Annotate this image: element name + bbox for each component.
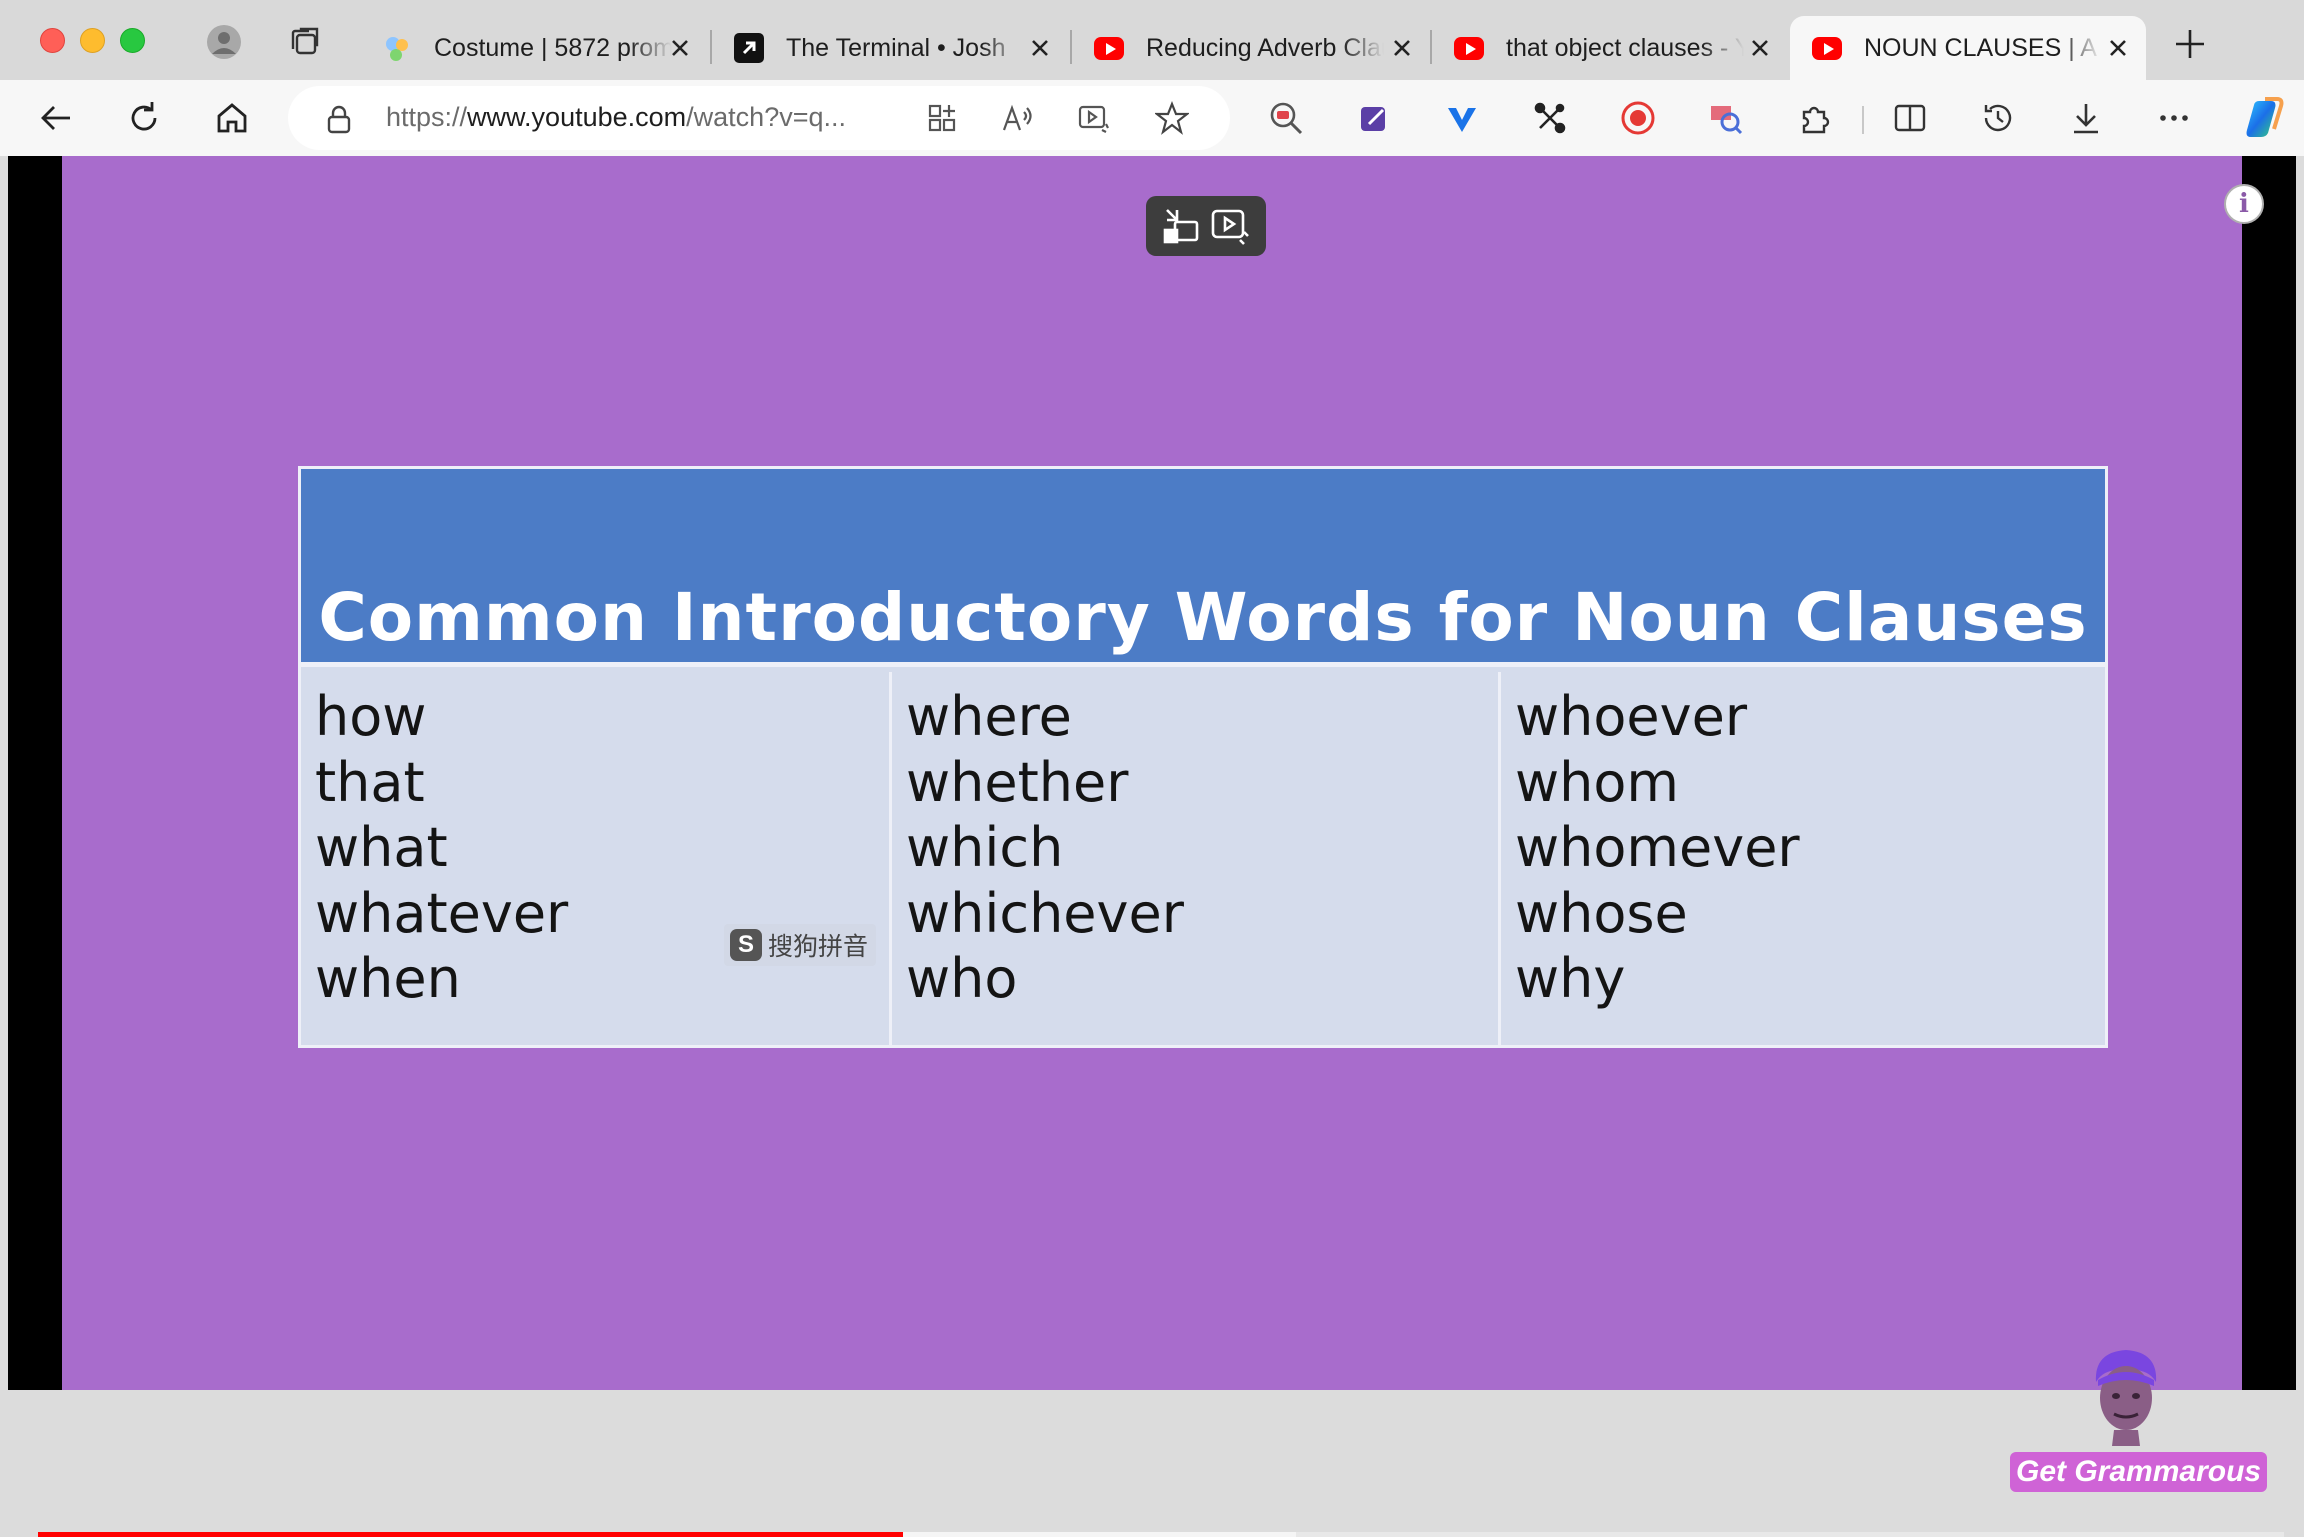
people-icon — [382, 33, 412, 63]
extensions-puzzle-icon[interactable] — [1794, 98, 1834, 138]
video-progress-bar[interactable] — [38, 1532, 2284, 1537]
terminal-arrow-icon — [734, 33, 764, 63]
network-extension-icon[interactable] — [1530, 98, 1570, 138]
lock-icon[interactable] — [326, 104, 352, 134]
close-tab-icon[interactable] — [668, 36, 692, 60]
word-item: whose — [1515, 881, 1688, 945]
video-enhance-play-icon[interactable] — [1210, 206, 1252, 246]
slide-title: Common Introductory Words for Noun Claus… — [318, 579, 2088, 656]
close-tab-icon[interactable] — [1390, 36, 1414, 60]
new-tab-icon[interactable] — [2170, 24, 2210, 64]
close-tab-icon[interactable] — [1028, 36, 1052, 60]
close-tab-icon[interactable] — [2106, 36, 2130, 60]
url-text[interactable]: https://www.youtube.com/watch?v=q... — [386, 102, 846, 133]
word-item: which — [906, 816, 1064, 879]
video-frame: Common Introductory Words for Noun Claus… — [62, 156, 2268, 1492]
url-host: www.youtube.com — [467, 102, 687, 132]
progress-played — [38, 1532, 903, 1537]
url-prefix: https:// — [386, 102, 468, 132]
word-item: whom — [1515, 750, 1680, 814]
sogou-ime-icon: S — [730, 929, 762, 961]
favorite-star-icon[interactable] — [1154, 100, 1190, 136]
translate-extension-icon[interactable] — [1706, 98, 1746, 138]
read-aloud-icon[interactable] — [1000, 100, 1036, 136]
word-item: whoever — [1515, 685, 1748, 748]
tab-the-terminal[interactable]: The Terminal • Josh — [712, 16, 1068, 80]
tab-strip: Costume | 5872 prompts The Terminal • Jo… — [0, 0, 2304, 80]
url-path: /watch?v=q... — [686, 102, 846, 132]
tab-reducing-adverb-clauses[interactable]: Reducing Adverb Clauses — [1072, 16, 1430, 80]
info-card-icon[interactable]: i — [2224, 184, 2264, 224]
address-bar[interactable]: https://www.youtube.com/watch?v=q... — [288, 86, 1230, 150]
word-item: what — [315, 816, 448, 879]
youtube-icon — [1812, 33, 1842, 63]
back-icon[interactable] — [32, 94, 80, 142]
browser-toolbar: https://www.youtube.com/watch?v=q... — [0, 80, 2304, 156]
tab-title: that object clauses - YouTube — [1506, 33, 1744, 62]
word-item: why — [1515, 947, 1626, 1010]
word-column-1: how that what whatever when — [301, 672, 886, 1045]
word-column-3: whoever whom whomever whose why — [1498, 672, 2105, 1045]
split-screen-icon[interactable] — [1890, 98, 1930, 138]
word-column-2: where whether which whichever who — [889, 672, 1498, 1045]
zoom-window-button[interactable] — [120, 28, 145, 53]
video-player[interactable]: Common Introductory Words for Noun Claus… — [8, 156, 2296, 1537]
word-item: where — [906, 685, 1072, 748]
word-item: who — [906, 947, 1018, 1010]
reload-icon[interactable] — [120, 94, 168, 142]
word-item: whether — [906, 750, 1129, 814]
tab-title: The Terminal • Josh — [786, 33, 1006, 62]
video-enhance-icon[interactable] — [1076, 100, 1112, 136]
word-item: whomever — [1515, 816, 1800, 879]
word-item: whichever — [906, 881, 1184, 945]
tab-costume[interactable]: Costume | 5872 prompts — [360, 16, 708, 80]
tab-title: NOUN CLAUSES | A — [1864, 33, 2097, 62]
tab-that-object-clauses[interactable]: that object clauses - YouTube — [1432, 16, 1788, 80]
close-tab-icon[interactable] — [1748, 36, 1772, 60]
note-pen-extension-icon[interactable] — [1354, 98, 1394, 138]
toolbar-divider — [1862, 106, 1864, 134]
search-video-extension-icon[interactable] — [1266, 98, 1306, 138]
more-menu-icon[interactable] — [2154, 98, 2194, 138]
tab-title: Reducing Adverb Clauses — [1146, 33, 1384, 62]
channel-mascot-avatar — [2095, 1350, 2157, 1446]
youtube-icon — [1454, 33, 1484, 63]
profile-avatar-icon[interactable] — [204, 22, 244, 62]
word-item: that — [315, 750, 425, 814]
ime-status-badge[interactable]: S 搜狗拼音 — [724, 924, 877, 966]
downloads-icon[interactable] — [2066, 98, 2106, 138]
youtube-icon — [1094, 33, 1124, 63]
channel-brand-label[interactable]: Get Grammarous — [2010, 1452, 2268, 1492]
noun-clause-word-table: Common Introductory Words for Noun Claus… — [298, 466, 2108, 1048]
word-item: how — [315, 685, 427, 748]
vpn-extension-icon[interactable] — [1442, 98, 1482, 138]
tab-title: Costume | 5872 prompts — [434, 33, 672, 62]
minimize-window-button[interactable] — [80, 28, 105, 53]
close-window-button[interactable] — [40, 28, 65, 53]
ime-label: 搜狗拼音 — [768, 933, 869, 961]
record-extension-icon[interactable] — [1618, 98, 1658, 138]
table-header: Common Introductory Words for Noun Claus… — [301, 469, 2105, 667]
exit-pip-icon[interactable] — [1161, 206, 1201, 246]
copilot-icon[interactable] — [2240, 94, 2288, 142]
tab-noun-clauses[interactable]: NOUN CLAUSES | A — [1790, 16, 2146, 80]
home-icon[interactable] — [208, 94, 256, 142]
workspaces-icon[interactable] — [284, 22, 324, 62]
pip-controls — [1146, 196, 1266, 256]
app-available-icon[interactable] — [924, 100, 960, 136]
history-icon[interactable] — [1978, 98, 2018, 138]
